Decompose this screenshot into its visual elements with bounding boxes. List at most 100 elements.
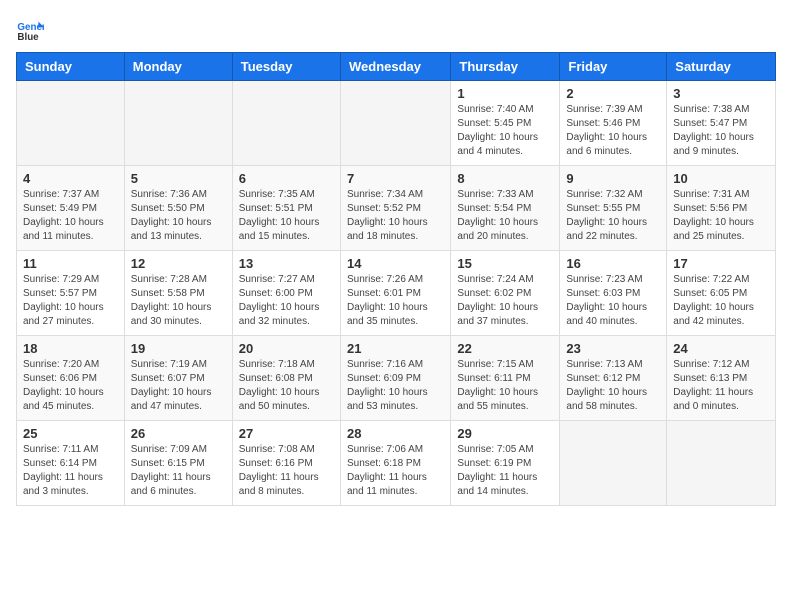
weekday-header-tuesday: Tuesday	[232, 53, 340, 81]
day-number: 19	[131, 341, 226, 356]
day-info: Sunrise: 7:37 AM Sunset: 5:49 PM Dayligh…	[23, 188, 118, 244]
day-number: 5	[131, 171, 226, 186]
day-info: Sunrise: 7:34 AM Sunset: 5:52 PM Dayligh…	[347, 188, 444, 244]
calendar-cell: 13Sunrise: 7:27 AM Sunset: 6:00 PM Dayli…	[232, 251, 340, 336]
day-info: Sunrise: 7:32 AM Sunset: 5:55 PM Dayligh…	[566, 188, 660, 244]
day-info: Sunrise: 7:33 AM Sunset: 5:54 PM Dayligh…	[457, 188, 553, 244]
calendar-cell: 10 Sunrise: 7:31 AM Sunset: 5:56 PM Dayli…	[667, 166, 776, 251]
logo: General Blue	[16, 16, 48, 44]
calendar-cell	[232, 81, 340, 166]
day-number: 25	[23, 426, 118, 441]
day-number: 1	[457, 86, 553, 101]
day-info: Sunrise: 7:05 AM Sunset: 6:19 PM Dayligh…	[457, 443, 553, 499]
calendar-cell: 21 Sunrise: 7:16 AM Sunset: 6:09 PM Dayli…	[340, 336, 450, 421]
day-info: Sunrise: 7:06 AM Sunset: 6:18 PM Dayligh…	[347, 443, 444, 499]
weekday-header-sunday: Sunday	[17, 53, 125, 81]
calendar-cell	[560, 421, 667, 506]
day-info: Sunrise: 7:39 AM Sunset: 5:46 PM Dayligh…	[566, 103, 660, 159]
day-number: 15	[457, 256, 553, 271]
weekday-header-thursday: Thursday	[451, 53, 560, 81]
day-number: 3	[673, 86, 769, 101]
day-number: 4	[23, 171, 118, 186]
calendar-cell: 14 Sunrise: 7:26 AM Sunset: 6:01 PM Dayli…	[340, 251, 450, 336]
calendar-cell: 27Sunrise: 7:08 AM Sunset: 6:16 PM Dayli…	[232, 421, 340, 506]
weekday-header-wednesday: Wednesday	[340, 53, 450, 81]
calendar-cell: 1 Sunrise: 7:40 AM Sunset: 5:45 PM Daylig…	[451, 81, 560, 166]
calendar-cell: 11 Sunrise: 7:29 AM Sunset: 5:57 PM Dayli…	[17, 251, 125, 336]
day-number: 14	[347, 256, 444, 271]
day-number: 20	[239, 341, 334, 356]
day-info: Sunrise: 7:36 AM Sunset: 5:50 PM Dayligh…	[131, 188, 226, 244]
calendar-cell: 23 Sunrise: 7:13 AM Sunset: 6:12 PM Dayli…	[560, 336, 667, 421]
calendar-cell	[667, 421, 776, 506]
weekday-header-friday: Friday	[560, 53, 667, 81]
weekday-header-saturday: Saturday	[667, 53, 776, 81]
day-number: 22	[457, 341, 553, 356]
calendar-cell: 19 Sunrise: 7:19 AM Sunset: 6:07 PM Dayli…	[124, 336, 232, 421]
calendar-cell: 25 Sunrise: 7:11 AM Sunset: 6:14 PM Dayli…	[17, 421, 125, 506]
calendar-cell: 29 Sunrise: 7:05 AM Sunset: 6:19 PM Dayli…	[451, 421, 560, 506]
day-number: 10	[673, 171, 769, 186]
calendar-cell	[17, 81, 125, 166]
day-number: 24	[673, 341, 769, 356]
svg-text:Blue: Blue	[17, 32, 39, 43]
calendar-cell: 28 Sunrise: 7:06 AM Sunset: 6:18 PM Dayli…	[340, 421, 450, 506]
day-number: 12	[131, 256, 226, 271]
calendar-cell: 24 Sunrise: 7:12 AM Sunset: 6:13 PM Dayli…	[667, 336, 776, 421]
day-number: 2	[566, 86, 660, 101]
calendar-cell: 15 Sunrise: 7:24 AM Sunset: 6:02 PM Dayli…	[451, 251, 560, 336]
day-number: 11	[23, 256, 118, 271]
day-number: 18	[23, 341, 118, 356]
day-info: Sunrise: 7:31 AM Sunset: 5:56 PM Dayligh…	[673, 188, 769, 244]
week-row-1: 1 Sunrise: 7:40 AM Sunset: 5:45 PM Daylig…	[17, 81, 776, 166]
week-row-3: 11 Sunrise: 7:29 AM Sunset: 5:57 PM Dayli…	[17, 251, 776, 336]
day-info: Sunrise: 7:11 AM Sunset: 6:14 PM Dayligh…	[23, 443, 118, 499]
weekday-header-row: SundayMondayTuesdayWednesdayThursdayFrid…	[17, 53, 776, 81]
day-info: Sunrise: 7:19 AM Sunset: 6:07 PM Dayligh…	[131, 358, 226, 414]
day-number: 21	[347, 341, 444, 356]
day-number: 16	[566, 256, 660, 271]
day-number: 9	[566, 171, 660, 186]
day-number: 8	[457, 171, 553, 186]
calendar-cell: 7 Sunrise: 7:34 AM Sunset: 5:52 PM Daylig…	[340, 166, 450, 251]
calendar-cell: 2 Sunrise: 7:39 AM Sunset: 5:46 PM Daylig…	[560, 81, 667, 166]
calendar-cell	[340, 81, 450, 166]
day-info: Sunrise: 7:28 AM Sunset: 5:58 PM Dayligh…	[131, 273, 226, 329]
calendar-cell: 26Sunrise: 7:09 AM Sunset: 6:15 PM Dayli…	[124, 421, 232, 506]
calendar-cell: 3 Sunrise: 7:38 AM Sunset: 5:47 PM Daylig…	[667, 81, 776, 166]
calendar-cell: 20 Sunrise: 7:18 AM Sunset: 6:08 PM Dayli…	[232, 336, 340, 421]
calendar-cell: 5 Sunrise: 7:36 AM Sunset: 5:50 PM Daylig…	[124, 166, 232, 251]
day-number: 28	[347, 426, 444, 441]
week-row-5: 25 Sunrise: 7:11 AM Sunset: 6:14 PM Dayli…	[17, 421, 776, 506]
day-info: Sunrise: 7:13 AM Sunset: 6:12 PM Dayligh…	[566, 358, 660, 414]
day-info: Sunrise: 7:16 AM Sunset: 6:09 PM Dayligh…	[347, 358, 444, 414]
calendar-cell	[124, 81, 232, 166]
weekday-header-monday: Monday	[124, 53, 232, 81]
day-number: 23	[566, 341, 660, 356]
day-number: 6	[239, 171, 334, 186]
week-row-2: 4 Sunrise: 7:37 AM Sunset: 5:49 PM Daylig…	[17, 166, 776, 251]
day-info: Sunrise: 7:09 AM Sunset: 6:15 PM Dayligh…	[131, 443, 226, 499]
day-number: 7	[347, 171, 444, 186]
calendar-cell: 9 Sunrise: 7:32 AM Sunset: 5:55 PM Daylig…	[560, 166, 667, 251]
day-info: Sunrise: 7:24 AM Sunset: 6:02 PM Dayligh…	[457, 273, 553, 329]
calendar-cell: 4 Sunrise: 7:37 AM Sunset: 5:49 PM Daylig…	[17, 166, 125, 251]
day-info: Sunrise: 7:15 AM Sunset: 6:11 PM Dayligh…	[457, 358, 553, 414]
logo-icon: General Blue	[16, 16, 44, 44]
week-row-4: 18 Sunrise: 7:20 AM Sunset: 6:06 PM Dayli…	[17, 336, 776, 421]
page-header: General Blue	[16, 16, 776, 44]
day-info: Sunrise: 7:40 AM Sunset: 5:45 PM Dayligh…	[457, 103, 553, 159]
day-info: Sunrise: 7:18 AM Sunset: 6:08 PM Dayligh…	[239, 358, 334, 414]
calendar-cell: 17Sunrise: 7:22 AM Sunset: 6:05 PM Dayli…	[667, 251, 776, 336]
calendar-cell: 6 Sunrise: 7:35 AM Sunset: 5:51 PM Daylig…	[232, 166, 340, 251]
day-number: 29	[457, 426, 553, 441]
calendar-cell: 18 Sunrise: 7:20 AM Sunset: 6:06 PM Dayli…	[17, 336, 125, 421]
calendar-cell: 12 Sunrise: 7:28 AM Sunset: 5:58 PM Dayli…	[124, 251, 232, 336]
day-info: Sunrise: 7:38 AM Sunset: 5:47 PM Dayligh…	[673, 103, 769, 159]
day-info: Sunrise: 7:35 AM Sunset: 5:51 PM Dayligh…	[239, 188, 334, 244]
day-info: Sunrise: 7:12 AM Sunset: 6:13 PM Dayligh…	[673, 358, 769, 414]
day-info: Sunrise: 7:26 AM Sunset: 6:01 PM Dayligh…	[347, 273, 444, 329]
day-info: Sunrise: 7:29 AM Sunset: 5:57 PM Dayligh…	[23, 273, 118, 329]
calendar-cell: 8 Sunrise: 7:33 AM Sunset: 5:54 PM Daylig…	[451, 166, 560, 251]
day-info: Sunrise: 7:20 AM Sunset: 6:06 PM Dayligh…	[23, 358, 118, 414]
